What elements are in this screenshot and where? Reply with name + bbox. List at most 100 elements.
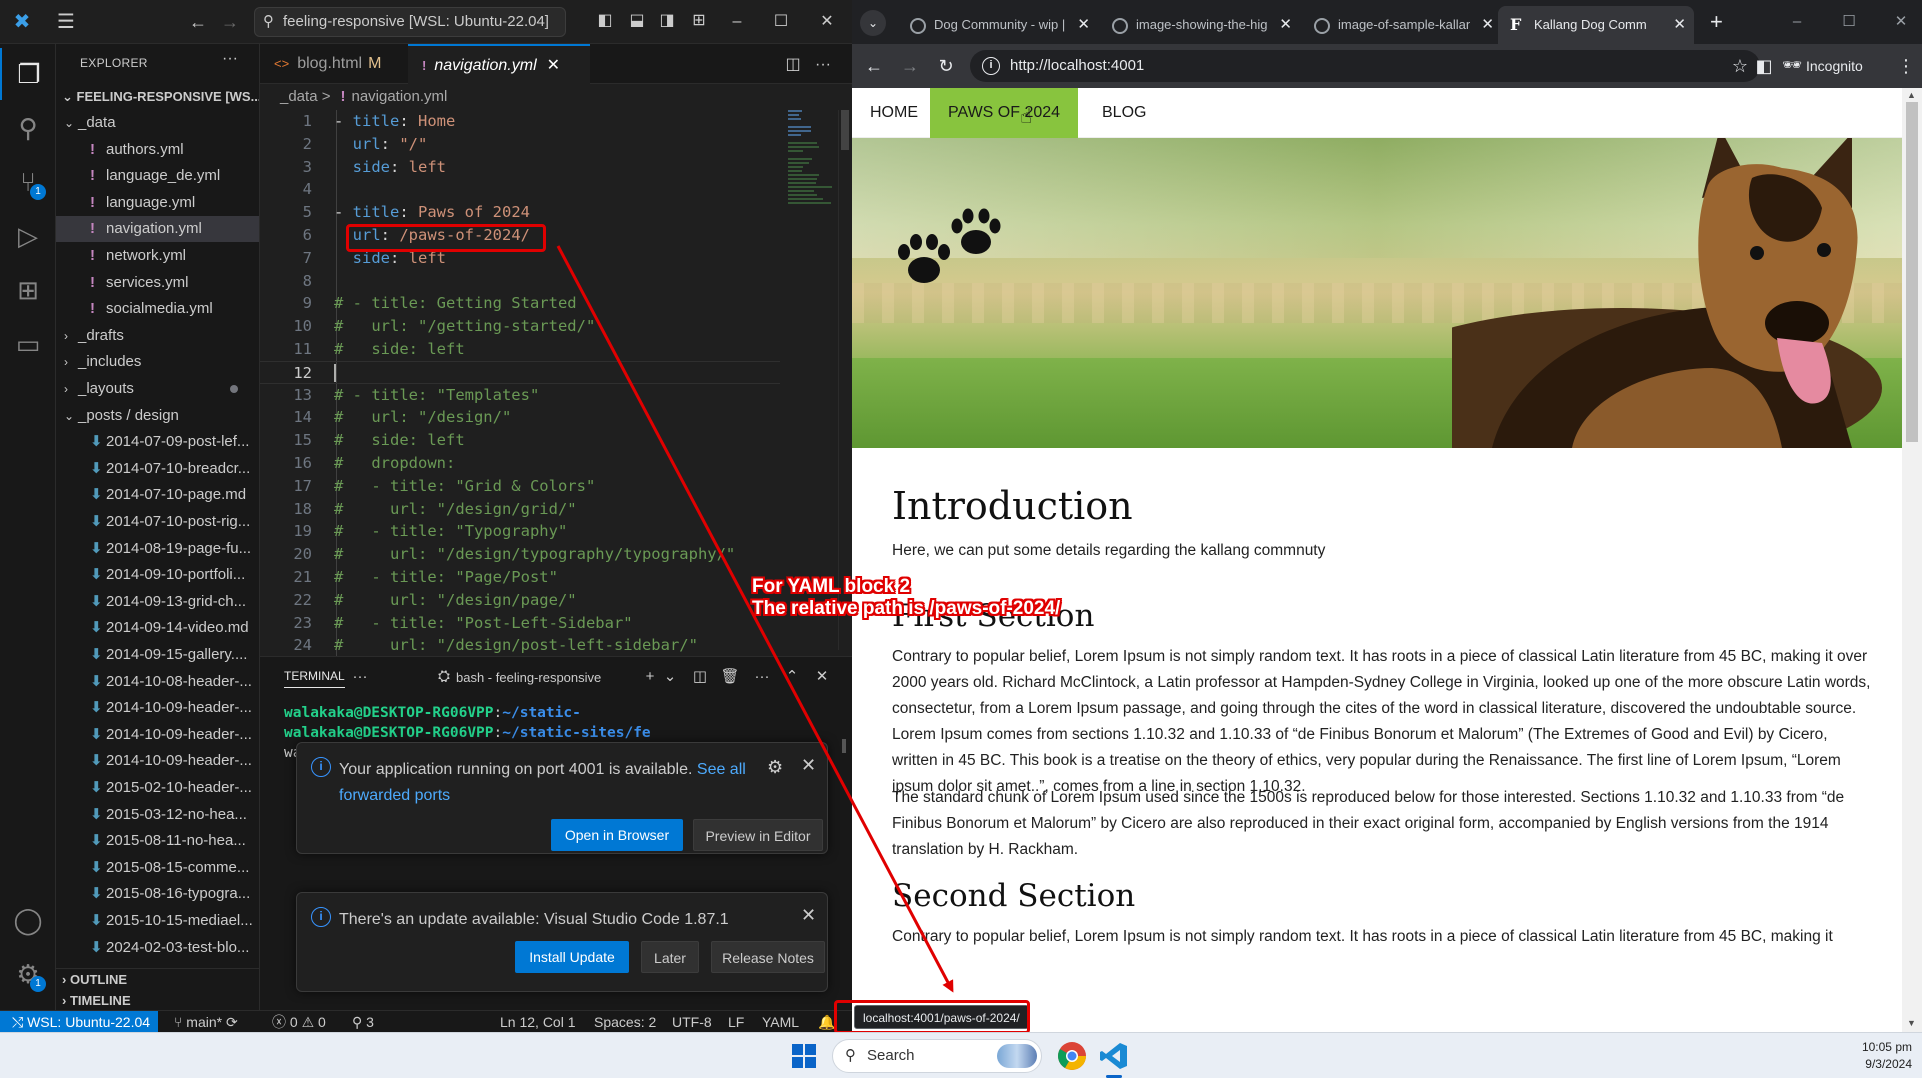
tab-navigation-yml[interactable]: ! navigation.yml ✕ xyxy=(408,44,590,84)
install-update-button[interactable]: Install Update xyxy=(515,941,629,973)
close-tab-icon[interactable]: ✕ xyxy=(1279,6,1292,44)
close-tab-icon[interactable]: ✕ xyxy=(1077,6,1090,44)
source-control-icon[interactable]: ⑂ 1 xyxy=(0,156,56,208)
editor-more-icon[interactable]: ··· xyxy=(812,54,834,76)
explorer-root[interactable]: ⌄ FEELING-RESPONSIVE [WS... xyxy=(56,86,259,108)
code-line[interactable]: 3 side: left xyxy=(260,156,780,179)
tree-item[interactable]: ⬇ 2014-10-09-header-... xyxy=(56,695,259,721)
tree-item[interactable]: ⬇ 2014-07-10-breadcr... xyxy=(56,456,259,482)
terminal-shell-name[interactable]: bash - feeling-responsive xyxy=(456,670,601,685)
tree-item[interactable]: ⬇ 2014-09-10-portfoli... xyxy=(56,562,259,588)
new-terminal-icon[interactable]: + xyxy=(640,667,660,687)
code-line[interactable]: 20 # url: "/design/typography/typography/… xyxy=(260,543,780,566)
toggle-sidebar-icon[interactable]: ◧ xyxy=(594,10,616,32)
tab-blog-html[interactable]: <> blog.html M xyxy=(260,44,408,84)
tree-item[interactable]: ⬇ 2014-10-09-header-... xyxy=(56,722,259,748)
code-line[interactable]: 21 # - title: "Page/Post" xyxy=(260,566,780,589)
problems-indicator[interactable]: ⓧ 0 ⚠ 0 xyxy=(272,1011,326,1033)
terminal-line[interactable]: walakaka@DESKTOP-RG06VPP:~/static- xyxy=(284,705,581,721)
terminal-line[interactable]: walakaka@DESKTOP-RG06VPP:~/static-sites/… xyxy=(284,725,651,741)
search-view-icon[interactable]: ⚲ xyxy=(0,102,56,154)
code-line[interactable]: 16 # dropdown: xyxy=(260,452,780,475)
code-line[interactable]: 17 # - title: "Grid & Colors" xyxy=(260,475,780,498)
code-line[interactable]: 13 # - title: "Templates" xyxy=(260,384,780,407)
code-line[interactable]: 14 # url: "/design/" xyxy=(260,406,780,429)
side-panel-icon[interactable]: ◧ xyxy=(1752,54,1776,78)
close-window-icon[interactable]: ✕ xyxy=(1886,8,1916,36)
code-line[interactable]: 9 # - title: Getting Started xyxy=(260,292,780,315)
tree-item[interactable]: ⬇ 2015-03-12-no-hea... xyxy=(56,802,259,828)
panel-more-icon[interactable]: ··· xyxy=(350,667,370,687)
editor-scroll-thumb[interactable] xyxy=(841,110,849,150)
nav-home-link[interactable]: HOME xyxy=(852,88,936,138)
manage-gear-icon[interactable]: ⚙ 1 xyxy=(0,948,56,1000)
code-line[interactable]: 19 # - title: "Typography" xyxy=(260,520,780,543)
tree-item[interactable]: ! network.yml xyxy=(56,243,259,269)
address-bar[interactable]: i http://localhost:4001 ☆ xyxy=(970,50,1760,82)
close-window-icon[interactable]: ✕ xyxy=(812,8,842,36)
code-line[interactable]: 8 xyxy=(260,270,780,293)
code-line[interactable]: 24 # url: "/design/post-left-sidebar/" xyxy=(260,634,780,657)
toggle-panel-icon[interactable]: ⬓ xyxy=(626,10,648,32)
vscode-taskbar-icon[interactable] xyxy=(1098,1040,1130,1072)
tree-item[interactable]: ⌄ _posts / design xyxy=(56,403,259,429)
remote-explorer-icon[interactable]: ▭ xyxy=(0,318,56,370)
remote-indicator[interactable]: ⤭ WSL: Ubuntu-22.04 xyxy=(0,1011,158,1033)
release-notes-button[interactable]: Release Notes xyxy=(711,941,825,973)
scroll-up-icon[interactable]: ▲ xyxy=(1907,90,1916,100)
encoding[interactable]: UTF-8 xyxy=(672,1011,712,1033)
forward-arrow-icon[interactable]: → xyxy=(218,10,242,34)
explorer-more-icon[interactable]: ··· xyxy=(222,50,238,68)
explorer-icon[interactable]: ❐ xyxy=(0,48,56,100)
scroll-down-icon[interactable]: ▼ xyxy=(1907,1018,1916,1028)
close-tab-icon[interactable]: ✕ xyxy=(1481,6,1494,44)
terminal-tab[interactable]: TERMINAL xyxy=(284,669,345,688)
notification-close-icon[interactable]: ✕ xyxy=(801,905,816,926)
tree-item[interactable]: ⬇ 2014-07-09-post-lef... xyxy=(56,429,259,455)
code-line[interactable]: 12 xyxy=(260,360,780,384)
toggle-secondary-sidebar-icon[interactable]: ◨ xyxy=(656,10,678,32)
code-line[interactable]: 1 - title: Home xyxy=(260,110,780,133)
tree-item[interactable]: ⬇ 2015-02-10-header-... xyxy=(56,775,259,801)
close-tab-icon[interactable]: ✕ xyxy=(1673,6,1686,44)
nav-paws-of-2024-link[interactable]: PAWS OF 2024 xyxy=(930,88,1079,138)
code-line[interactable]: 11 # side: left xyxy=(260,338,780,361)
split-editor-icon[interactable]: ◫ xyxy=(782,54,804,76)
open-in-browser-button[interactable]: Open in Browser xyxy=(551,819,683,851)
windows-start-icon[interactable] xyxy=(792,1044,816,1068)
minimap[interactable] xyxy=(788,110,834,204)
branch-indicator[interactable]: ⑂ main* ⟳ xyxy=(174,1011,238,1033)
code-line[interactable]: 4 xyxy=(260,178,780,201)
close-panel-icon[interactable]: ✕ xyxy=(812,667,832,687)
browser-tab[interactable]: image-showing-the-high ✕ xyxy=(1100,6,1300,44)
tree-item[interactable]: ⬇ 2014-09-14-video.md xyxy=(56,615,259,641)
code-line[interactable]: 22 # url: "/design/page/" xyxy=(260,589,780,612)
ports-indicator[interactable]: ⚲ 3 xyxy=(352,1011,374,1033)
tree-item[interactable]: › _includes xyxy=(56,349,259,375)
notification-close-icon[interactable]: ✕ xyxy=(801,755,816,776)
outline-section[interactable]: › OUTLINE xyxy=(56,968,259,990)
end-of-line[interactable]: LF xyxy=(728,1011,744,1033)
page-scrollbar[interactable]: ▲ ▼ xyxy=(1902,88,1922,1032)
close-tab-icon[interactable]: ✕ xyxy=(547,57,560,74)
tree-item[interactable]: ⬇ 2014-10-09-header-... xyxy=(56,748,259,774)
page-scroll-thumb[interactable] xyxy=(1906,102,1918,442)
editor-scrollbar[interactable] xyxy=(838,110,850,650)
tree-item[interactable]: ⬇ 2014-09-13-grid-ch... xyxy=(56,589,259,615)
tree-item[interactable]: ⬇ 2015-08-11-no-hea... xyxy=(56,828,259,854)
maximize-icon[interactable]: ☐ xyxy=(1834,8,1864,36)
tree-item[interactable]: ⬇ 2014-10-08-header-... xyxy=(56,669,259,695)
tree-item[interactable]: ! language_de.yml xyxy=(56,163,259,189)
chrome-menu-icon[interactable]: ⋮ xyxy=(1894,54,1918,78)
maximize-icon[interactable]: ☐ xyxy=(766,8,796,36)
later-button[interactable]: Later xyxy=(641,941,699,973)
tree-item[interactable]: ⬇ 2024-02-03-test-blo... xyxy=(56,935,259,961)
tree-item[interactable]: ⬇ 2015-08-15-comme... xyxy=(56,855,259,881)
terminal-scrollbar[interactable] xyxy=(842,739,846,753)
taskbar-search[interactable]: ⚲ Search xyxy=(832,1039,1042,1073)
kill-terminal-icon[interactable]: 🗑 xyxy=(720,667,740,687)
tree-item[interactable]: › _drafts xyxy=(56,323,259,349)
code-line[interactable]: 10 # url: "/getting-started/" xyxy=(260,315,780,338)
browser-tab[interactable]: Dog Community - wip | S ✕ xyxy=(898,6,1098,44)
back-arrow-icon[interactable]: ← xyxy=(186,10,210,34)
